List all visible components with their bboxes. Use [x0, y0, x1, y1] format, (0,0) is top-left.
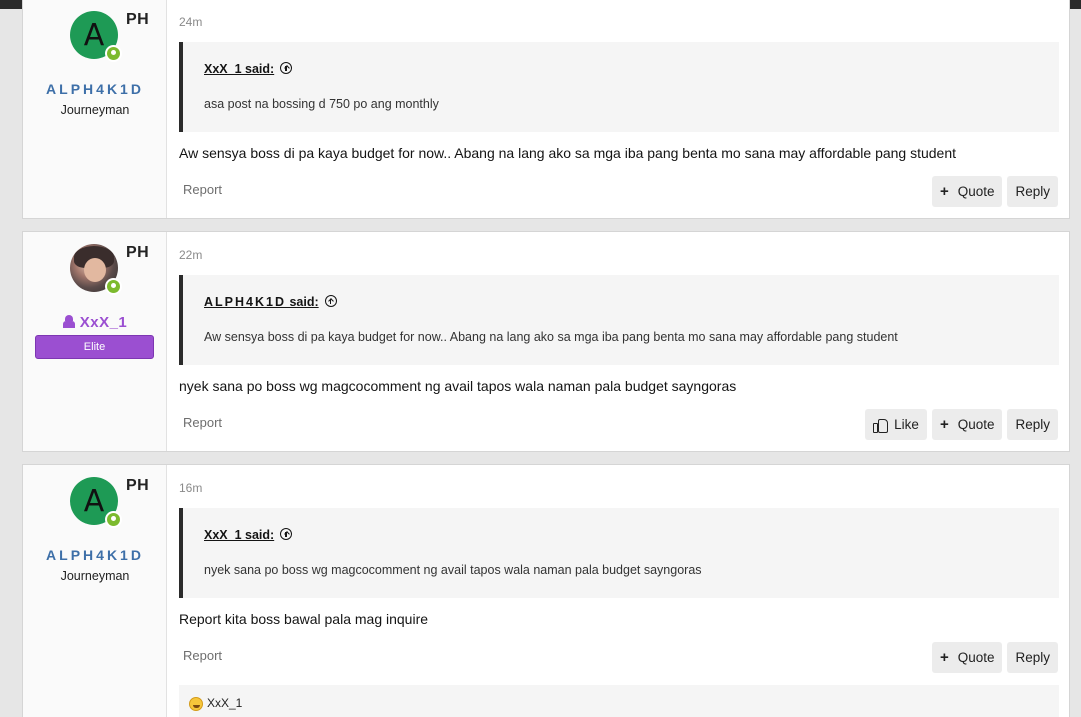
post-message: Aw sensya boss di pa kaya budget for now…: [179, 145, 957, 161]
reactions-bar[interactable]: XxX_1: [179, 685, 1059, 717]
forum-post: A PH ALPH4K1D Journeyman 24m XxX_1 said:…: [22, 0, 1070, 219]
quote-label: Quote: [957, 184, 995, 199]
post-main-cell: 24m XxX_1 said: asa post na bossing d 75…: [167, 0, 1069, 218]
arrow-up-circle-icon[interactable]: [280, 62, 293, 74]
post-main-cell: 22m ALPH4K1D said: Aw sensya boss di pa …: [167, 232, 1069, 451]
country-flag: PH: [126, 244, 150, 261]
online-status-icon: [105, 511, 122, 528]
quote-author: XxX_1 said:: [204, 528, 275, 542]
post-actions: + Quote Reply: [931, 176, 1058, 207]
post-time[interactable]: 22m: [179, 248, 202, 262]
laughing-emoji-icon: [189, 697, 203, 711]
reply-button[interactable]: Reply: [1007, 642, 1058, 673]
username-link[interactable]: ALPH4K1D: [23, 547, 167, 563]
wizard-icon: [62, 315, 75, 328]
arrow-up-circle-icon[interactable]: [324, 295, 337, 307]
quote-button[interactable]: + Quote: [931, 176, 1003, 207]
post-user-cell: PH XxX_1 Elite: [23, 232, 167, 451]
quote-text: Aw sensya boss di pa kaya budget for now…: [204, 330, 898, 344]
report-link[interactable]: Report: [183, 648, 222, 663]
quote-button[interactable]: + Quote: [931, 409, 1003, 440]
quote-said: said:: [286, 295, 319, 309]
quote-block: XxX_1 said: asa post na bossing d 750 po…: [179, 42, 1059, 132]
post-main-cell: 16m XxX_1 said: nyek sana po boss wg mag…: [167, 465, 1069, 717]
plus-icon: +: [939, 416, 949, 433]
online-status-icon: [105, 278, 122, 295]
user-title: Journeyman: [60, 103, 130, 117]
post-user-cell: A PH ALPH4K1D Journeyman: [23, 0, 167, 218]
post-message: nyek sana po boss wg magcocomment ng ava…: [179, 378, 737, 394]
username-text: XxX_1: [79, 314, 128, 331]
plus-icon: +: [939, 183, 949, 200]
arrow-up-circle-icon[interactable]: [280, 528, 293, 540]
username-link[interactable]: ALPH4K1D: [23, 81, 167, 97]
post-time[interactable]: 16m: [179, 481, 202, 495]
post-user-cell: A PH ALPH4K1D Journeyman: [23, 465, 167, 717]
like-button[interactable]: Like: [865, 409, 927, 440]
username-link[interactable]: XxX_1: [23, 314, 167, 331]
quote-text: nyek sana po boss wg magcocomment ng ava…: [204, 563, 702, 577]
report-link[interactable]: Report: [183, 415, 222, 430]
quote-block: ALPH4K1D said: Aw sensya boss di pa kaya…: [179, 275, 1059, 365]
online-status-icon: [105, 45, 122, 62]
quote-label: Quote: [957, 417, 995, 432]
quote-author-link[interactable]: XxX_1 said:: [204, 528, 293, 542]
quote-author-link[interactable]: ALPH4K1D said:: [204, 295, 337, 309]
elite-badge: Elite: [35, 335, 154, 359]
user-title: Journeyman: [60, 569, 130, 583]
reply-label: Reply: [1015, 650, 1050, 665]
post-actions: + Quote Reply: [931, 642, 1058, 673]
like-label: Like: [894, 417, 919, 432]
quote-text: asa post na bossing d 750 po ang monthly: [204, 97, 439, 111]
avatar-letter: A: [83, 17, 105, 53]
avatar-photo-face: [84, 258, 106, 282]
reply-label: Reply: [1015, 184, 1050, 199]
reply-button[interactable]: Reply: [1007, 176, 1058, 207]
plus-icon: +: [939, 649, 949, 666]
post-actions: Like + Quote Reply: [865, 409, 1058, 440]
forum-post: A PH ALPH4K1D Journeyman 16m XxX_1 said:…: [22, 464, 1070, 717]
quote-block: XxX_1 said: nyek sana po boss wg magcoco…: [179, 508, 1059, 598]
thumbs-up-icon: [873, 418, 889, 433]
quote-label: Quote: [957, 650, 995, 665]
reaction-user[interactable]: XxX_1: [207, 696, 242, 710]
reply-button[interactable]: Reply: [1007, 409, 1058, 440]
forum-post: PH XxX_1 Elite 22m ALPH4K1D said: Aw sen…: [22, 231, 1070, 452]
post-message: Report kita boss bawal pala mag inquire: [179, 611, 429, 627]
quote-button[interactable]: + Quote: [931, 642, 1003, 673]
quote-author: XxX_1 said:: [204, 62, 275, 76]
quote-author-link[interactable]: XxX_1 said:: [204, 62, 293, 76]
avatar-letter: A: [83, 483, 105, 519]
report-link[interactable]: Report: [183, 182, 222, 197]
reply-label: Reply: [1015, 417, 1050, 432]
quote-author: ALPH4K1D: [204, 295, 286, 309]
country-flag: PH: [126, 11, 150, 28]
post-time[interactable]: 24m: [179, 15, 202, 29]
country-flag: PH: [126, 477, 150, 494]
